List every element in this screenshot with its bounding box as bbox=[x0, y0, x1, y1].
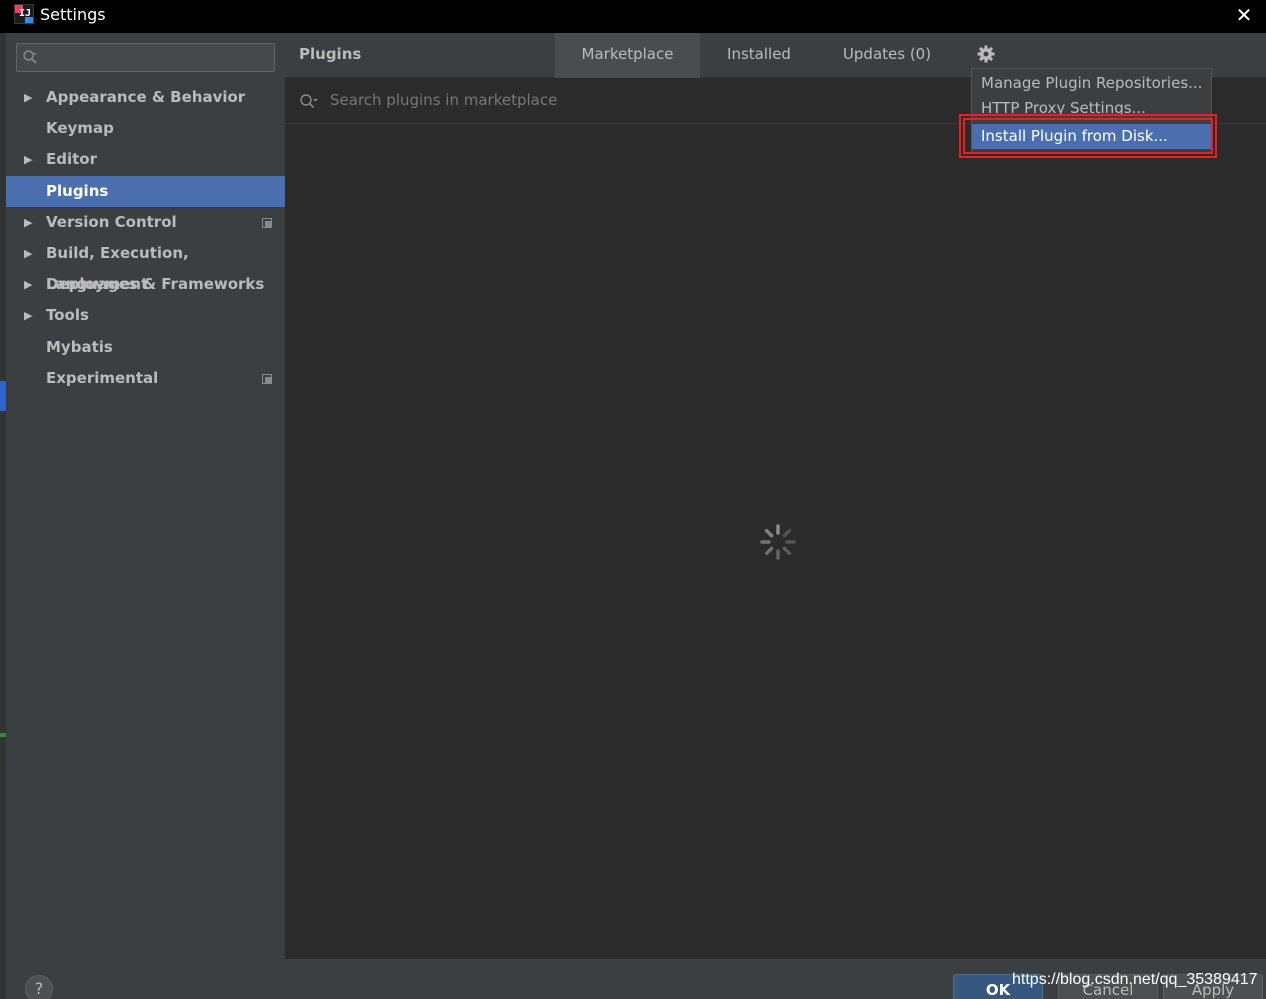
sidebar-item-keymap[interactable]: Keymap bbox=[6, 113, 285, 144]
search-placeholder: Search plugins in marketplace bbox=[330, 91, 558, 109]
sidebar-item-experimental[interactable]: Experimental bbox=[6, 363, 285, 394]
sidebar-item-version-control[interactable]: ▶ Version Control bbox=[6, 207, 285, 238]
chevron-right-icon[interactable]: ▶ bbox=[24, 82, 32, 113]
plugins-panel: Plugins Marketplace Installed Updates (0… bbox=[285, 33, 1266, 959]
settings-sidebar: ▶ Appearance & Behavior Keymap ▶ Editor … bbox=[6, 33, 285, 959]
intellij-logo-icon: IJ bbox=[14, 4, 34, 24]
menu-item-manage-plugin-repositories[interactable]: Manage Plugin Repositories... bbox=[972, 71, 1211, 96]
chevron-right-icon[interactable]: ▶ bbox=[24, 300, 32, 331]
search-icon bbox=[300, 94, 318, 109]
sidebar-item-build-execution-deployment[interactable]: ▶ Build, Execution, Deployment bbox=[6, 238, 285, 293]
sidebar-item-label: Editor bbox=[46, 150, 97, 169]
sidebar-item-label: Languages & Frameworks bbox=[46, 275, 265, 294]
sidebar-item-plugins[interactable]: Plugins bbox=[6, 175, 285, 207]
project-level-icon bbox=[262, 217, 272, 228]
sidebar-item-label: Tools bbox=[46, 306, 89, 325]
sidebar-item-label: Version Control bbox=[46, 212, 177, 231]
annotation-highlight-box-inner bbox=[963, 118, 1213, 154]
sidebar-item-mybatis[interactable]: Mybatis bbox=[6, 332, 285, 363]
tab-marketplace[interactable]: Marketplace bbox=[555, 33, 700, 78]
watermark-text: https://blog.csdn.net/qq_35389417 bbox=[1012, 971, 1258, 988]
sidebar-item-label: Keymap bbox=[46, 119, 114, 138]
help-icon[interactable]: ? bbox=[25, 975, 53, 999]
sidebar-item-editor[interactable]: ▶ Editor bbox=[6, 144, 285, 175]
tab-updates[interactable]: Updates (0) bbox=[818, 33, 956, 78]
project-level-icon bbox=[262, 373, 272, 384]
search-icon bbox=[23, 50, 37, 64]
settings-nav: ▶ Appearance & Behavior Keymap ▶ Editor … bbox=[6, 82, 285, 394]
app-icon-text: IJ bbox=[19, 8, 32, 19]
gear-icon[interactable] bbox=[976, 44, 996, 64]
chevron-right-icon[interactable]: ▶ bbox=[24, 269, 32, 300]
spinner-icon bbox=[760, 524, 796, 560]
tab-installed[interactable]: Installed bbox=[700, 33, 818, 78]
page-title: Plugins bbox=[299, 45, 362, 63]
title-bar: IJ Settings ✕ bbox=[0, 0, 1266, 33]
settings-search-input[interactable] bbox=[16, 43, 275, 72]
sidebar-item-appearance-behavior[interactable]: ▶ Appearance & Behavior bbox=[6, 82, 285, 113]
sidebar-item-label: Plugins bbox=[46, 181, 109, 200]
sidebar-item-label: Mybatis bbox=[46, 337, 113, 356]
chevron-right-icon[interactable]: ▶ bbox=[24, 144, 32, 175]
sidebar-item-languages-frameworks[interactable]: ▶ Languages & Frameworks bbox=[6, 269, 285, 300]
sidebar-item-tools[interactable]: ▶ Tools bbox=[6, 300, 285, 331]
sidebar-item-label: Appearance & Behavior bbox=[46, 88, 246, 106]
chevron-right-icon[interactable]: ▶ bbox=[24, 207, 32, 238]
sidebar-item-label: Experimental bbox=[46, 368, 159, 387]
window-title: Settings bbox=[40, 5, 106, 24]
chevron-right-icon[interactable]: ▶ bbox=[24, 238, 32, 269]
close-icon[interactable]: ✕ bbox=[1230, 2, 1258, 28]
